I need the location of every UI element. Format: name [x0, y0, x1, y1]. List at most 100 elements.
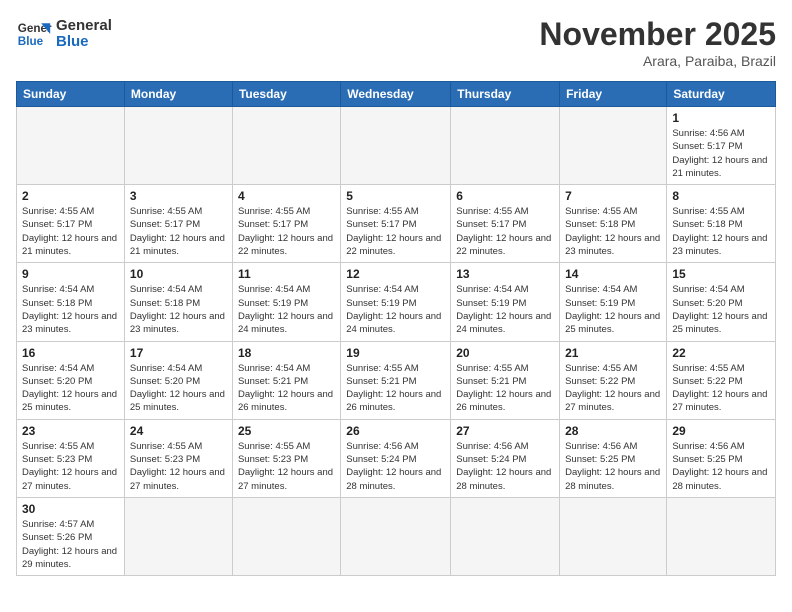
day-info: Sunrise: 4:56 AM Sunset: 5:25 PM Dayligh… — [565, 440, 661, 493]
header-wednesday: Wednesday — [341, 82, 451, 107]
month-title: November 2025 — [539, 16, 776, 53]
day-number: 13 — [456, 267, 554, 281]
day-number: 2 — [22, 189, 119, 203]
calendar-cell — [560, 497, 667, 575]
calendar-cell: 9 Sunrise: 4:54 AM Sunset: 5:18 PM Daylig… — [17, 263, 125, 341]
calendar-cell: 7 Sunrise: 4:55 AM Sunset: 5:18 PM Daylig… — [560, 185, 667, 263]
day-info: Sunrise: 4:56 AM Sunset: 5:17 PM Dayligh… — [672, 127, 770, 180]
day-info: Sunrise: 4:54 AM Sunset: 5:20 PM Dayligh… — [672, 283, 770, 336]
calendar-cell: 8 Sunrise: 4:55 AM Sunset: 5:18 PM Daylig… — [667, 185, 776, 263]
day-info: Sunrise: 4:55 AM Sunset: 5:23 PM Dayligh… — [130, 440, 227, 493]
day-info: Sunrise: 4:55 AM Sunset: 5:22 PM Dayligh… — [672, 362, 770, 415]
day-number: 11 — [238, 267, 335, 281]
day-number: 12 — [346, 267, 445, 281]
day-info: Sunrise: 4:55 AM Sunset: 5:23 PM Dayligh… — [238, 440, 335, 493]
title-block: November 2025 Arara, Paraiba, Brazil — [539, 16, 776, 69]
day-number: 4 — [238, 189, 335, 203]
calendar-cell — [560, 107, 667, 185]
day-number: 30 — [22, 502, 119, 516]
calendar-cell: 12 Sunrise: 4:54 AM Sunset: 5:19 PM Dayli… — [341, 263, 451, 341]
day-number: 22 — [672, 346, 770, 360]
calendar-cell: 10 Sunrise: 4:54 AM Sunset: 5:18 PM Dayli… — [124, 263, 232, 341]
calendar-cell: 13 Sunrise: 4:54 AM Sunset: 5:19 PM Dayli… — [451, 263, 560, 341]
header-sunday: Sunday — [17, 82, 125, 107]
header-friday: Friday — [560, 82, 667, 107]
calendar-cell — [232, 497, 340, 575]
calendar-week-row: 9 Sunrise: 4:54 AM Sunset: 5:18 PM Daylig… — [17, 263, 776, 341]
logo-blue: Blue — [56, 34, 112, 51]
header-thursday: Thursday — [451, 82, 560, 107]
calendar-cell: 18 Sunrise: 4:54 AM Sunset: 5:21 PM Dayli… — [232, 341, 340, 419]
day-number: 26 — [346, 424, 445, 438]
calendar-cell: 27 Sunrise: 4:56 AM Sunset: 5:24 PM Dayli… — [451, 419, 560, 497]
day-info: Sunrise: 4:55 AM Sunset: 5:18 PM Dayligh… — [565, 205, 661, 258]
calendar-table: Sunday Monday Tuesday Wednesday Thursday… — [16, 81, 776, 576]
day-number: 8 — [672, 189, 770, 203]
calendar-cell — [451, 497, 560, 575]
day-number: 23 — [22, 424, 119, 438]
svg-text:Blue: Blue — [18, 35, 44, 48]
calendar-cell: 4Sunrise: 4:55 AM Sunset: 5:17 PM Daylig… — [232, 185, 340, 263]
day-number: 1 — [672, 111, 770, 125]
calendar-cell: 26 Sunrise: 4:56 AM Sunset: 5:24 PM Dayli… — [341, 419, 451, 497]
logo-icon: General Blue — [16, 16, 52, 52]
calendar-cell — [451, 107, 560, 185]
day-number: 7 — [565, 189, 661, 203]
location-subtitle: Arara, Paraiba, Brazil — [539, 53, 776, 69]
day-info: Sunrise: 4:55 AM Sunset: 5:17 PM Dayligh… — [22, 205, 119, 258]
page-header: General Blue General Blue November 2025 … — [16, 16, 776, 69]
day-number: 24 — [130, 424, 227, 438]
calendar-cell: 28 Sunrise: 4:56 AM Sunset: 5:25 PM Dayli… — [560, 419, 667, 497]
day-info: Sunrise: 4:56 AM Sunset: 5:24 PM Dayligh… — [346, 440, 445, 493]
day-info: Sunrise: 4:55 AM Sunset: 5:17 PM Dayligh… — [346, 205, 445, 258]
calendar-week-row: 2 Sunrise: 4:55 AM Sunset: 5:17 PM Daylig… — [17, 185, 776, 263]
day-number: 25 — [238, 424, 335, 438]
calendar-cell: 5 Sunrise: 4:55 AM Sunset: 5:17 PM Daylig… — [341, 185, 451, 263]
calendar-cell: 20Sunrise: 4:55 AM Sunset: 5:21 PM Dayli… — [451, 341, 560, 419]
calendar-cell: 6Sunrise: 4:55 AM Sunset: 5:17 PM Daylig… — [451, 185, 560, 263]
day-info: Sunrise: 4:54 AM Sunset: 5:19 PM Dayligh… — [346, 283, 445, 336]
day-number: 3 — [130, 189, 227, 203]
day-info: Sunrise: 4:54 AM Sunset: 5:18 PM Dayligh… — [22, 283, 119, 336]
day-number: 21 — [565, 346, 661, 360]
day-info: Sunrise: 4:54 AM Sunset: 5:21 PM Dayligh… — [238, 362, 335, 415]
calendar-cell — [667, 497, 776, 575]
calendar-cell: 29Sunrise: 4:56 AM Sunset: 5:25 PM Dayli… — [667, 419, 776, 497]
day-info: Sunrise: 4:55 AM Sunset: 5:21 PM Dayligh… — [456, 362, 554, 415]
calendar-cell: 25 Sunrise: 4:55 AM Sunset: 5:23 PM Dayli… — [232, 419, 340, 497]
calendar-week-row: 30Sunrise: 4:57 AM Sunset: 5:26 PM Dayli… — [17, 497, 776, 575]
day-info: Sunrise: 4:56 AM Sunset: 5:24 PM Dayligh… — [456, 440, 554, 493]
calendar-cell: 22 Sunrise: 4:55 AM Sunset: 5:22 PM Dayli… — [667, 341, 776, 419]
calendar-cell: 14Sunrise: 4:54 AM Sunset: 5:19 PM Dayli… — [560, 263, 667, 341]
logo: General Blue General Blue — [16, 16, 112, 52]
calendar-cell — [124, 107, 232, 185]
day-number: 5 — [346, 189, 445, 203]
calendar-cell: 19Sunrise: 4:55 AM Sunset: 5:21 PM Dayli… — [341, 341, 451, 419]
day-info: Sunrise: 4:55 AM Sunset: 5:21 PM Dayligh… — [346, 362, 445, 415]
day-number: 28 — [565, 424, 661, 438]
calendar-cell — [232, 107, 340, 185]
header-monday: Monday — [124, 82, 232, 107]
day-number: 29 — [672, 424, 770, 438]
day-info: Sunrise: 4:54 AM Sunset: 5:19 PM Dayligh… — [565, 283, 661, 336]
day-number: 9 — [22, 267, 119, 281]
calendar-cell — [341, 107, 451, 185]
calendar-cell — [17, 107, 125, 185]
calendar-header-row: Sunday Monday Tuesday Wednesday Thursday… — [17, 82, 776, 107]
day-info: Sunrise: 4:54 AM Sunset: 5:18 PM Dayligh… — [130, 283, 227, 336]
calendar-cell: 23Sunrise: 4:55 AM Sunset: 5:23 PM Dayli… — [17, 419, 125, 497]
day-number: 6 — [456, 189, 554, 203]
day-info: Sunrise: 4:55 AM Sunset: 5:18 PM Dayligh… — [672, 205, 770, 258]
day-info: Sunrise: 4:55 AM Sunset: 5:17 PM Dayligh… — [130, 205, 227, 258]
day-number: 27 — [456, 424, 554, 438]
logo-general: General — [56, 18, 112, 35]
calendar-cell: 1 Sunrise: 4:56 AM Sunset: 5:17 PM Daylig… — [667, 107, 776, 185]
day-number: 18 — [238, 346, 335, 360]
day-number: 10 — [130, 267, 227, 281]
day-number: 16 — [22, 346, 119, 360]
calendar-cell: 15Sunrise: 4:54 AM Sunset: 5:20 PM Dayli… — [667, 263, 776, 341]
calendar-week-row: 1 Sunrise: 4:56 AM Sunset: 5:17 PM Daylig… — [17, 107, 776, 185]
header-tuesday: Tuesday — [232, 82, 340, 107]
day-info: Sunrise: 4:54 AM Sunset: 5:19 PM Dayligh… — [238, 283, 335, 336]
day-info: Sunrise: 4:54 AM Sunset: 5:19 PM Dayligh… — [456, 283, 554, 336]
